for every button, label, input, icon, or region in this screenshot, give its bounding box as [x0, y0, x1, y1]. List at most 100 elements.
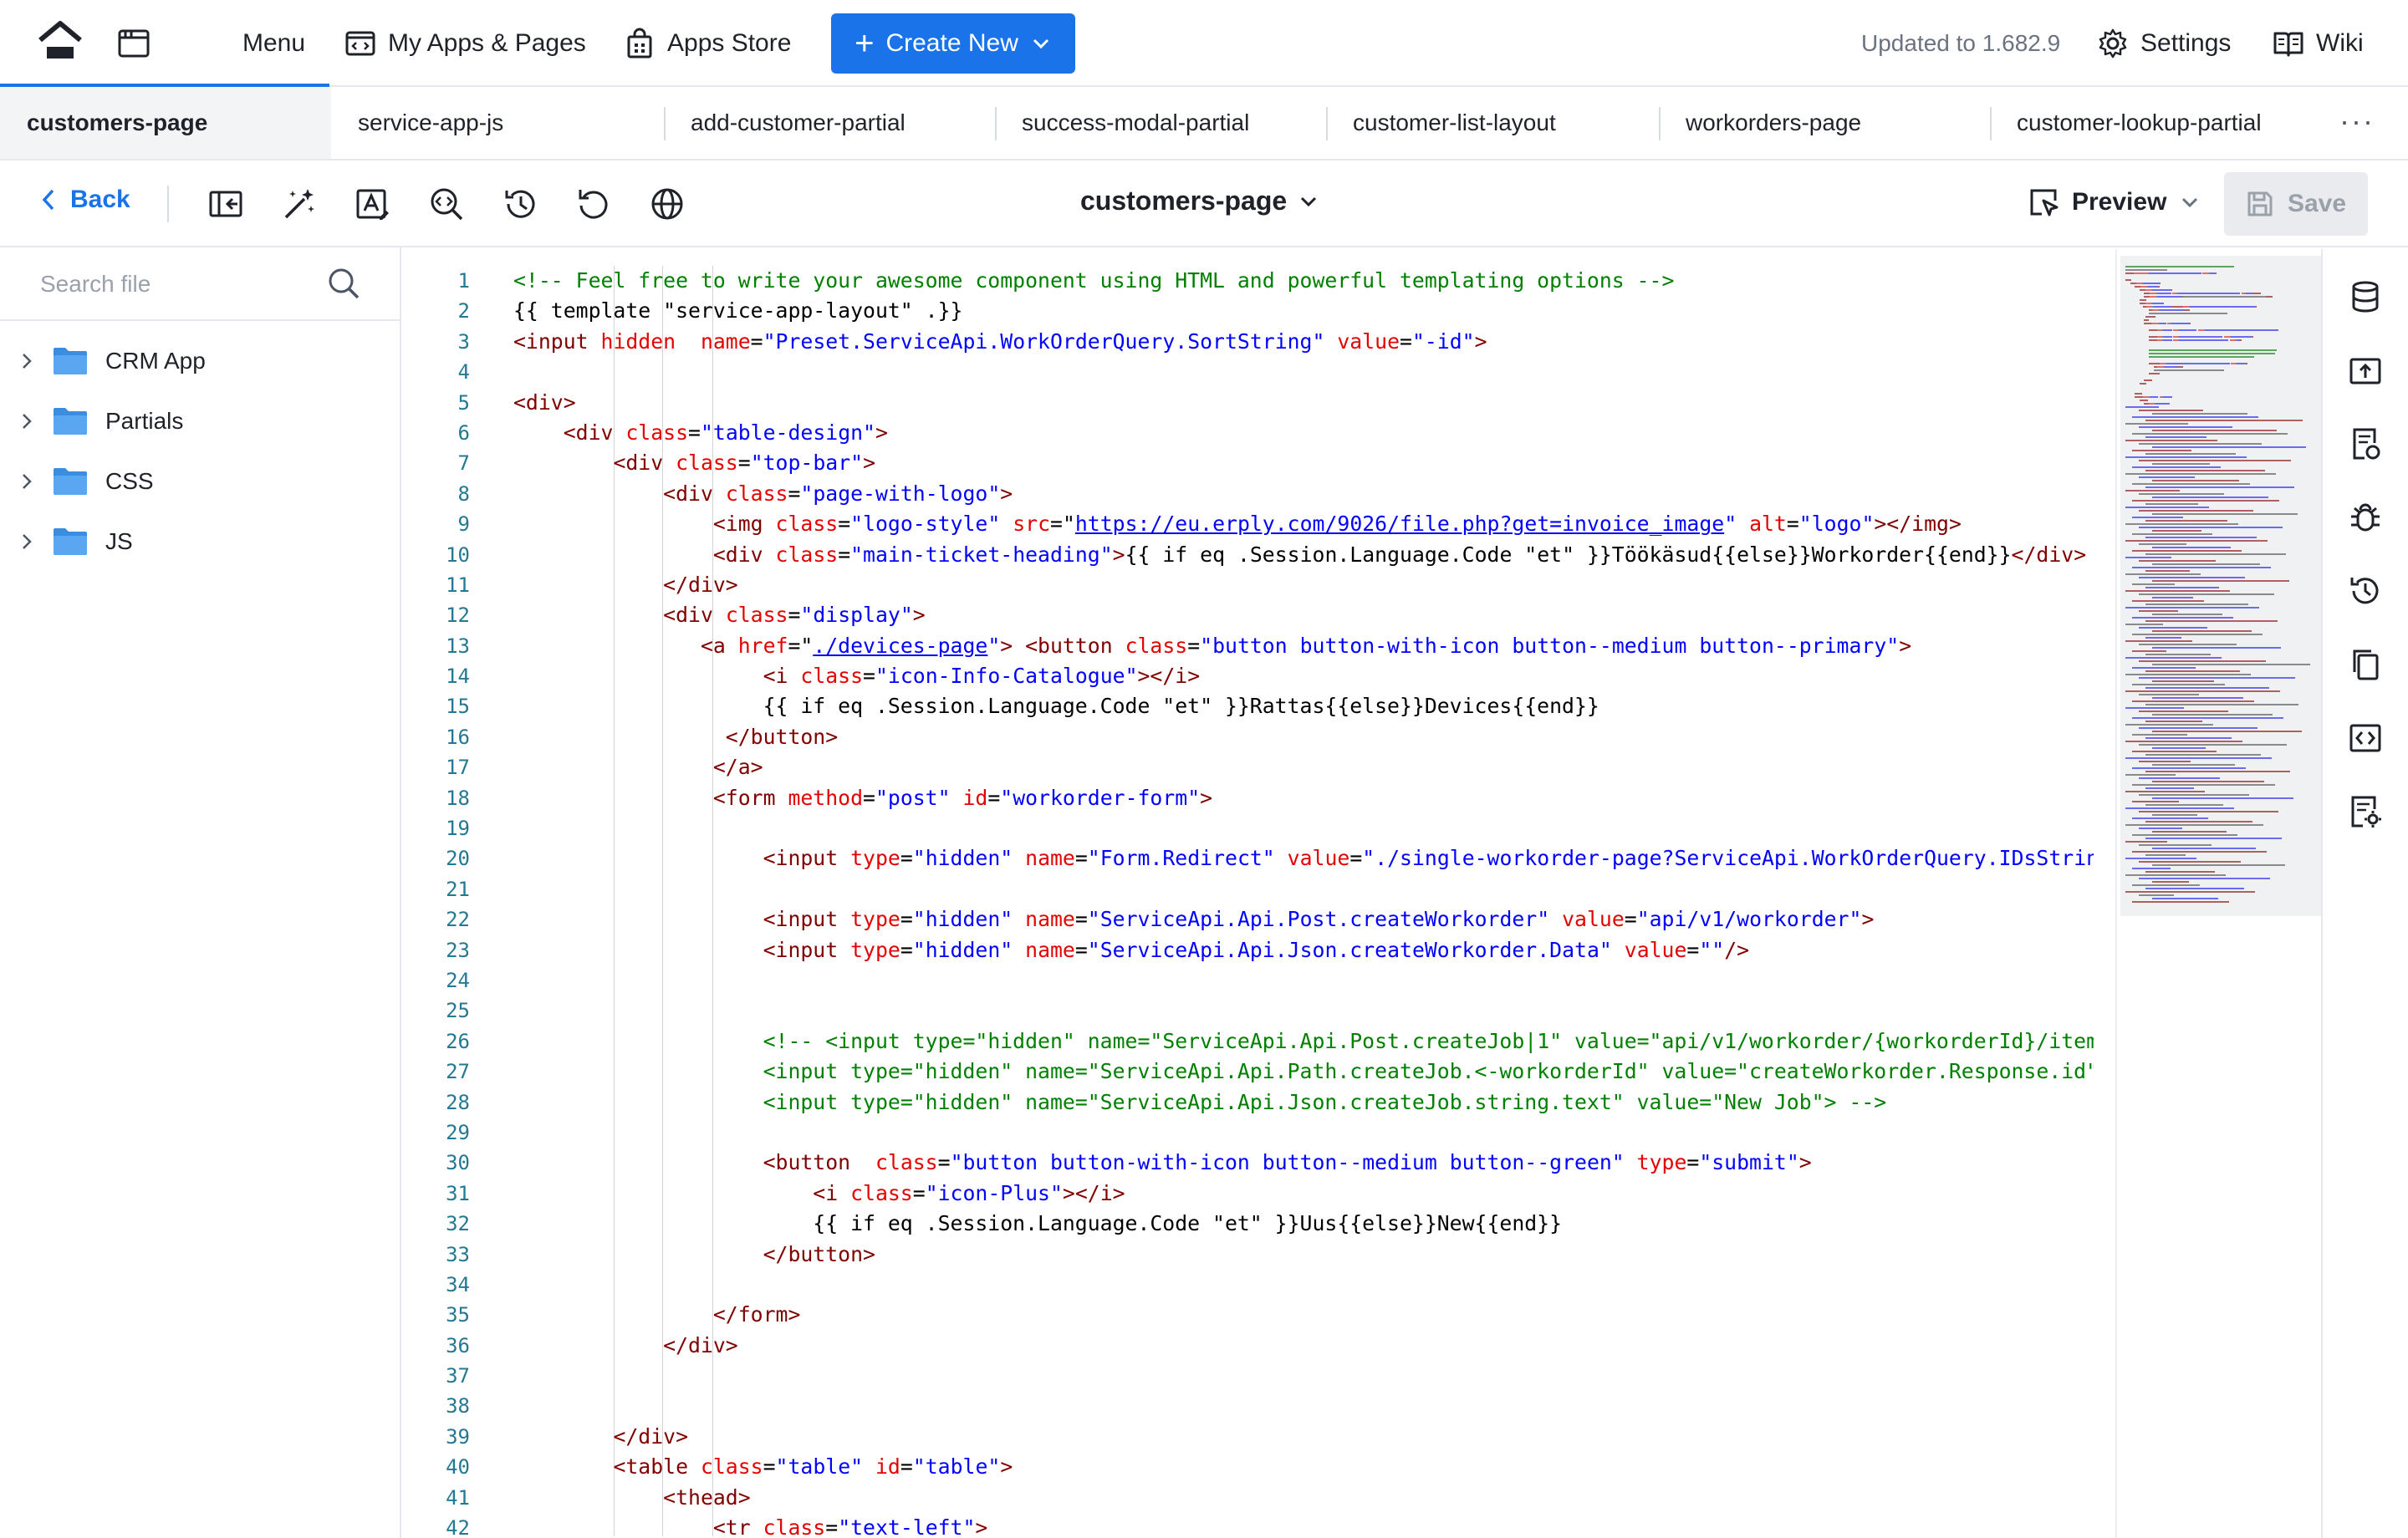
tab-success-modal-partial[interactable]: success-modal-partial	[995, 87, 1326, 159]
code-line[interactable]: <!-- Feel free to write your awesome com…	[513, 266, 2094, 296]
apps-pages-link[interactable]: My Apps & Pages	[344, 25, 586, 62]
folder-css[interactable]: CSS	[0, 451, 400, 512]
history-icon[interactable]	[502, 186, 538, 222]
code-editor[interactable]: 1 2 3 4 5 6 7 8 9 10 11 12 13 14 15 16 17 18 19 20 21 22 23 24 2…	[403, 249, 2115, 1538]
folder-partials[interactable]: Partials	[0, 391, 400, 451]
code-line[interactable]	[513, 813, 2094, 843]
code-content[interactable]: <!-- Feel free to write your awesome com…	[513, 266, 2094, 1538]
code-line[interactable]: <thead>	[513, 1483, 2094, 1513]
tab-workorders-page[interactable]: workorders-page	[1659, 87, 1990, 159]
code-line[interactable]: </div>	[513, 1422, 2094, 1452]
code-line[interactable]: <a href="./devices-page"> <button class=…	[513, 631, 2094, 661]
code-line[interactable]: {{ template "service-app-layout" .}}	[513, 296, 2094, 326]
code-line[interactable]: </button>	[513, 1240, 2094, 1270]
code-line[interactable]: <div class="page-with-logo">	[513, 479, 2094, 509]
code-line[interactable]: <div class="main-ticket-heading">{{ if e…	[513, 540, 2094, 570]
code-line[interactable]	[513, 996, 2094, 1026]
code-line[interactable]: <form method="post" id="workorder-form">	[513, 783, 2094, 813]
chevron-right-icon[interactable]	[17, 532, 37, 552]
minimap-line	[2139, 610, 2178, 612]
code-line[interactable]: <tr class="text-left">	[513, 1513, 2094, 1538]
preview-button[interactable]: Preview	[2027, 186, 2200, 219]
minimap-line	[2139, 410, 2203, 411]
chevron-right-icon[interactable]	[17, 411, 37, 431]
code-line[interactable]: <div class="display">	[513, 600, 2094, 630]
line-number: 20	[446, 847, 470, 871]
magic-wand-icon[interactable]	[281, 186, 318, 222]
create-new-button[interactable]: + Create New	[831, 13, 1075, 74]
copy-icon[interactable]	[2348, 647, 2383, 682]
code-line[interactable]: <input hidden name="Preset.ServiceApi.Wo…	[513, 327, 2094, 357]
minimap[interactable]	[2115, 249, 2321, 1538]
tab-customer-lookup-partial[interactable]: customer-lookup-partial	[1990, 87, 2321, 159]
database-icon[interactable]	[2348, 279, 2383, 314]
minimap-line	[2255, 306, 2257, 308]
collapse-sidebar-icon[interactable]	[207, 186, 244, 222]
code-line[interactable]	[513, 1391, 2094, 1421]
globe-icon[interactable]	[649, 186, 686, 222]
code-line[interactable]: </button>	[513, 722, 2094, 752]
back-button[interactable]: Back	[37, 186, 130, 214]
revert-icon[interactable]	[575, 186, 612, 222]
code-line[interactable]: <input type="hidden" name="ServiceApi.Ap…	[513, 904, 2094, 935]
code-line[interactable]: </form>	[513, 1300, 2094, 1330]
folder-crm-app[interactable]: CRM App	[0, 331, 400, 391]
more-tabs-icon[interactable]: ···	[2339, 104, 2375, 139]
code-line[interactable]: <i class="icon-Plus"></i>	[513, 1179, 2094, 1209]
minimap-line	[2139, 660, 2266, 662]
export-icon[interactable]	[2348, 353, 2383, 388]
apps-store-link[interactable]: Apps Store	[624, 25, 791, 62]
text-format-icon[interactable]	[355, 186, 391, 222]
folder-js[interactable]: JS	[0, 512, 400, 572]
window-icon[interactable]	[117, 27, 150, 60]
code-line[interactable]: <div class="top-bar">	[513, 448, 2094, 478]
settings-link[interactable]: Settings	[2097, 25, 2231, 62]
code-icon[interactable]	[2348, 721, 2383, 756]
code-line[interactable]: <input type="hidden" name="ServiceApi.Ap…	[513, 1087, 2094, 1118]
code-line[interactable]	[513, 965, 2094, 996]
search-icon[interactable]	[326, 266, 361, 301]
menu-link[interactable]: Menu	[242, 25, 305, 62]
code-line[interactable]: </div>	[513, 1331, 2094, 1361]
code-line[interactable]: <img class="logo-style" src="https://eu.…	[513, 509, 2094, 539]
code-line[interactable]: <div class="table-design">	[513, 418, 2094, 448]
tab-service-app-js[interactable]: service-app-js	[331, 87, 664, 159]
home-logo-icon[interactable]	[37, 18, 84, 65]
code-line[interactable]: <table class="table" id="table">	[513, 1452, 2094, 1482]
search-file-input[interactable]	[40, 264, 308, 304]
code-line[interactable]: {{ if eq .Session.Language.Code "et" }}R…	[513, 691, 2094, 721]
code-line[interactable]: {{ if eq .Session.Language.Code "et" }}U…	[513, 1209, 2094, 1239]
code-line[interactable]: <input type="hidden" name="Form.Redirect…	[513, 843, 2094, 873]
minimap-line	[2132, 500, 2279, 502]
code-line[interactable]: <i class="icon-Info-Catalogue"></i>	[513, 661, 2094, 691]
code-line[interactable]	[513, 874, 2094, 904]
code-line[interactable]	[513, 357, 2094, 387]
chevron-right-icon[interactable]	[17, 351, 37, 371]
code-line[interactable]: </div>	[513, 570, 2094, 600]
code-line[interactable]: <button class="button button-with-icon b…	[513, 1148, 2094, 1178]
code-line[interactable]: <!-- <input type="hidden" name="ServiceA…	[513, 1026, 2094, 1057]
code-token: type	[850, 846, 900, 871]
code-line[interactable]: <div>	[513, 388, 2094, 418]
minimap-line	[2145, 503, 2198, 505]
clock-history-icon[interactable]	[2348, 573, 2383, 609]
code-line[interactable]	[513, 1361, 2094, 1391]
tab-customer-list-layout[interactable]: customer-list-layout	[1326, 87, 1659, 159]
search-code-icon[interactable]	[428, 186, 465, 222]
wiki-link[interactable]: Wiki	[2273, 25, 2364, 62]
code-line[interactable]: <input type="hidden" name="ServiceApi.Ap…	[513, 935, 2094, 965]
document-link-icon[interactable]	[2348, 426, 2383, 461]
page-selector[interactable]: customers-page	[1080, 186, 1320, 216]
bug-icon[interactable]	[2348, 500, 2383, 535]
save-button[interactable]: Save	[2224, 172, 2368, 236]
tab-customers-page[interactable]: customers-page	[0, 87, 331, 159]
code-line[interactable]: <input type="hidden" name="ServiceApi.Ap…	[513, 1057, 2094, 1087]
code-line[interactable]	[513, 1118, 2094, 1148]
code-line[interactable]	[513, 1270, 2094, 1300]
chevron-right-icon[interactable]	[17, 471, 37, 491]
tab-add-customer-partial[interactable]: add-customer-partial	[664, 87, 995, 159]
code-line[interactable]: </a>	[513, 752, 2094, 782]
document-settings-icon[interactable]	[2348, 794, 2383, 829]
